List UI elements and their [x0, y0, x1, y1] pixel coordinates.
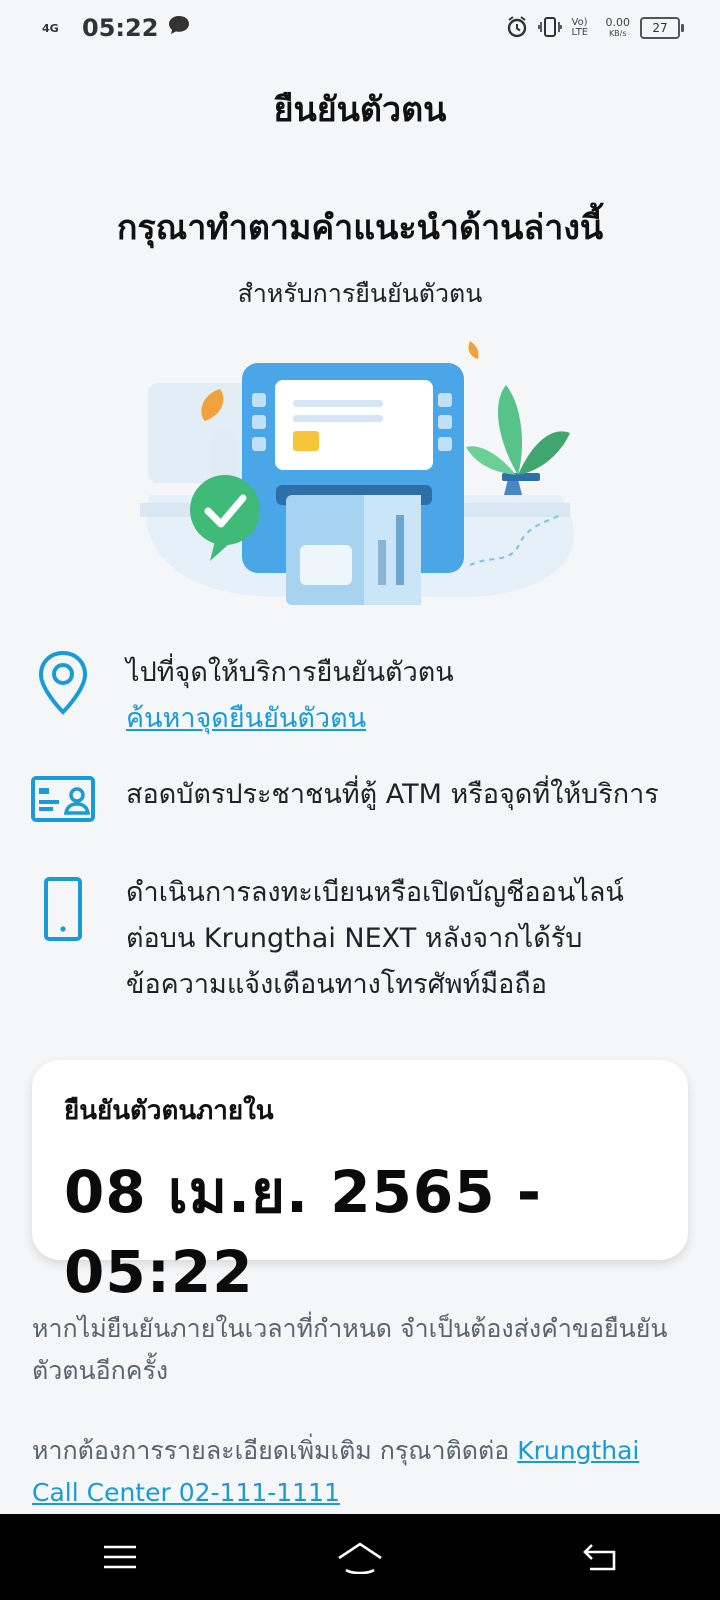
step-visit-location: ไปที่จุดให้บริการยืนยันตัวตน ค้นหาจุดยืน…: [30, 650, 700, 742]
lte-label: Vo) LTE: [571, 17, 589, 38]
chat-bubble-icon: [168, 15, 190, 41]
step-3-text-line3: ข้อความแจ้งเตือนทางโทรศัพท์มือถือ: [126, 969, 547, 1000]
step-2-text: สอดบัตรประชาชนที่ตู้ ATM หรือจุดที่ให้บร…: [126, 779, 659, 810]
step-insert-id-card: สอดบัตรประชาชนที่ตู้ ATM หรือจุดที่ให้บร…: [30, 776, 700, 842]
system-nav-bar: [0, 1514, 720, 1600]
step-1-text: ไปที่จุดให้บริการยืนยันตัวตน: [126, 657, 454, 688]
contact-prefix: หากต้องการรายละเอียดเพิ่มเติม กรุณาติดต่…: [32, 1436, 518, 1465]
clock: 05:22: [82, 14, 159, 42]
instruction-steps: ไปที่จุดให้บริการยืนยันตัวตน ค้นหาจุดยืน…: [30, 650, 700, 1042]
page-title: ยืนยันตัวตน: [273, 90, 447, 130]
atm-illustration: [130, 335, 590, 625]
deadline-label: ยืนยันตัวตนภายใน: [64, 1096, 274, 1126]
battery-level: 27: [652, 21, 668, 35]
step-3-text-line2: ต่อบน Krungthai NEXT หลังจากได้รับ: [126, 923, 583, 954]
home-button[interactable]: [320, 1527, 400, 1587]
alarm-icon: [506, 15, 528, 41]
instruction-subheading: สำหรับการยืนยันตัวตน: [237, 279, 483, 308]
step-3-text-line1: ดำเนินการลงทะเบียนหรือเปิดบัญชีออนไลน์: [126, 877, 624, 908]
menu-button[interactable]: [80, 1527, 160, 1587]
back-icon: [583, 1544, 616, 1571]
menu-icon: [104, 1545, 136, 1569]
network-indicator: 4G: [42, 21, 59, 35]
battery-icon: 27: [640, 17, 684, 39]
smartphone-icon: [30, 876, 96, 942]
speed-unit: KB/s: [608, 29, 627, 38]
contact-note: หากต้องการรายละเอียดเพิ่มเติม กรุณาติดต่…: [32, 1430, 692, 1514]
step-register-online: ดำเนินการลงทะเบียนหรือเปิดบัญชีออนไลน์ ต…: [30, 876, 700, 1008]
vibrate-icon: [537, 16, 562, 41]
status-bar: 4G 05:22 Vo) LTE 0.00 KB/s 27: [0, 0, 720, 56]
deadline-value: 08 เม.ย. 2565 - 05:22: [64, 1158, 542, 1306]
instruction-heading: กรุณาทำตามคำแนะนำด้านล่างนี้: [116, 208, 604, 248]
find-location-link[interactable]: ค้นหาจุดยืนยันตัวตน: [126, 696, 454, 742]
home-icon: [338, 1542, 382, 1574]
back-button[interactable]: [560, 1527, 640, 1587]
speed-value: 0.00: [605, 16, 631, 29]
id-card-icon: [30, 776, 96, 842]
deadline-card: ยืนยันตัวตนภายใน 08 เม.ย. 2565 - 05:22: [32, 1060, 688, 1306]
location-pin-icon: [30, 650, 96, 716]
expiry-note: หากไม่ยืนยันภายในเวลาที่กำหนด จำเป็นต้อง…: [32, 1314, 668, 1385]
